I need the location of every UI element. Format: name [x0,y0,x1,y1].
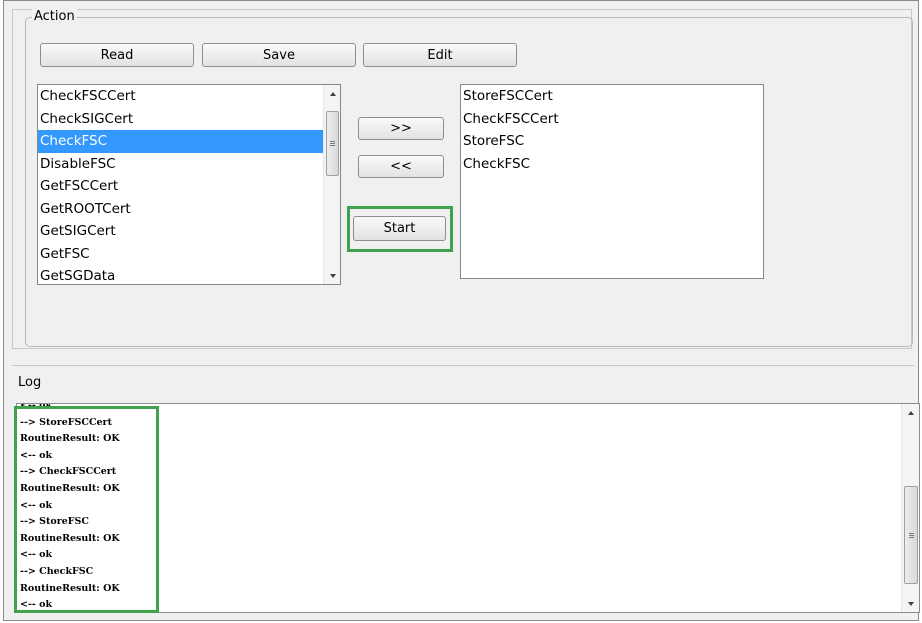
available-list-scrollbar[interactable] [323,85,340,284]
log-scroll-down-arrow-icon[interactable] [902,595,919,612]
available-items: CheckFSCCert CheckSIGCert CheckFSC DisableF… [38,85,340,284]
log-scrollbar[interactable] [901,404,919,612]
list-item[interactable]: GetROOTCert [38,198,340,221]
list-item[interactable]: DisableFSC [38,153,340,176]
log-highlight-box [14,406,159,613]
log-scroll-thumb[interactable] [904,486,918,584]
start-button[interactable]: Start [353,216,446,241]
read-button[interactable]: Read [40,43,194,67]
available-routines-list[interactable]: CheckFSCCert CheckSIGCert CheckFSC DisableF… [37,84,341,285]
save-button[interactable]: Save [202,43,356,67]
list-item[interactable]: GetSGData [38,265,340,284]
app-window: Action Read Save Edit CheckFSCCert CheckS… [3,0,920,621]
sequence-items: StoreFSCCert CheckFSCCert StoreFSC CheckFSC [461,85,763,175]
sequence-list[interactable]: StoreFSCCert CheckFSCCert StoreFSC CheckFSC [460,84,764,279]
list-item[interactable]: CheckFSCCert [38,85,340,108]
list-item[interactable]: CheckFSCCert [461,108,763,131]
list-item[interactable]: CheckSIGCert [38,108,340,131]
scroll-down-arrow-icon[interactable] [324,267,340,284]
list-item[interactable]: CheckFSC [461,153,763,176]
log-scroll-up-arrow-icon[interactable] [902,404,919,421]
log-title: Log [18,375,42,390]
list-item[interactable]: StoreFSC [461,130,763,153]
remove-routine-button[interactable]: << [358,155,444,178]
list-item[interactable]: GetFSC [38,243,340,266]
action-group-title: Action [32,9,77,24]
scroll-up-arrow-icon[interactable] [324,85,340,102]
list-item[interactable]: StoreFSCCert [461,85,763,108]
list-item[interactable]: CheckFSC [38,130,340,153]
scroll-thumb[interactable] [326,111,339,176]
list-item[interactable]: GetSIGCert [38,220,340,243]
edit-button[interactable]: Edit [363,43,517,67]
add-routine-button[interactable]: >> [358,117,444,140]
list-item[interactable]: GetFSCCert [38,175,340,198]
